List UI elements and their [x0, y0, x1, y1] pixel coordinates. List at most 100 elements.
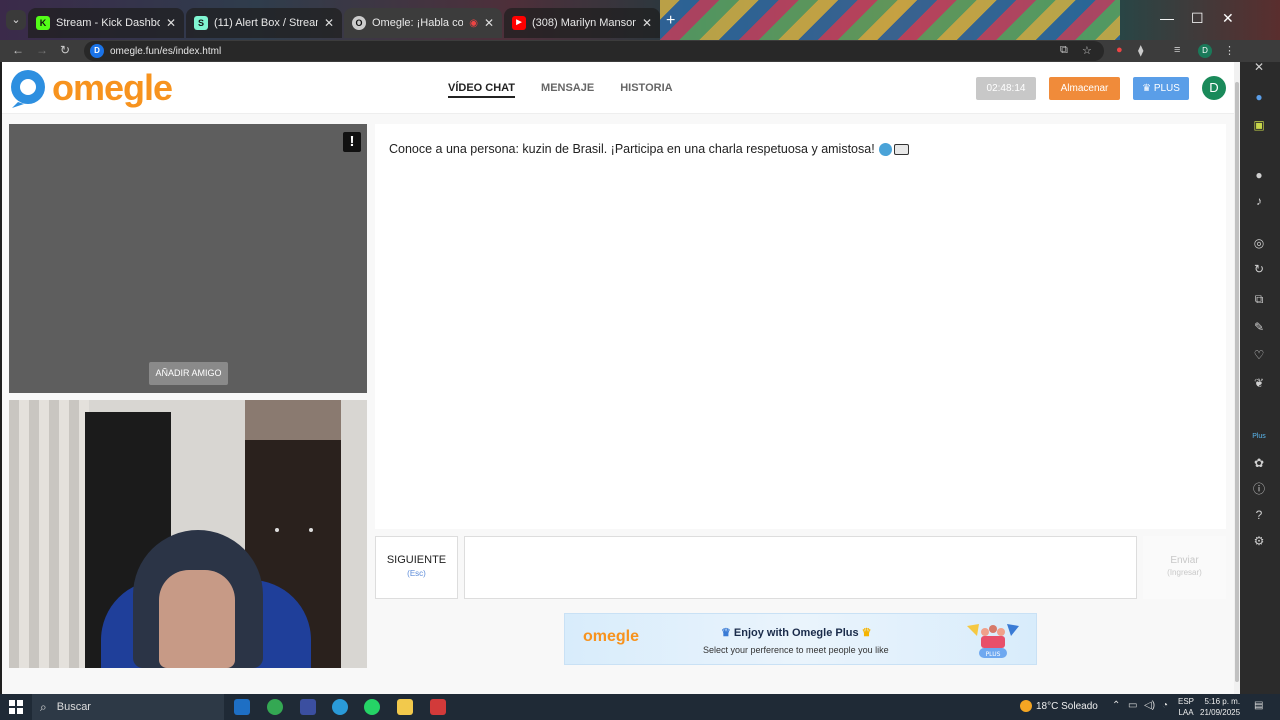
- tab-kick-dashboard[interactable]: K Stream - Kick Dashboard ✕: [28, 8, 184, 38]
- wardrobe-knob: [309, 528, 313, 532]
- banner-subtitle: Select your perference to meet people yo…: [703, 645, 889, 655]
- address-bar[interactable]: D omegle.fun/es/index.html: [84, 41, 1104, 61]
- weather-widget[interactable]: 18°C Soleado: [1020, 700, 1098, 712]
- new-tab-icon[interactable]: +: [666, 12, 675, 30]
- profile-icon[interactable]: ●: [1250, 88, 1268, 106]
- forward-icon[interactable]: →: [36, 43, 48, 57]
- outlook-icon[interactable]: [234, 699, 250, 715]
- media-control-icon[interactable]: ≡: [1174, 44, 1180, 56]
- tab-youtube[interactable]: ▶ (308) Marilyn Manson - Raise T ✕: [504, 8, 660, 38]
- bookmark-star-icon[interactable]: ☆: [1082, 44, 1092, 57]
- tab-title: Omegle: ¡Habla con Descon: [372, 17, 464, 29]
- close-sidebar-icon[interactable]: ✕: [1250, 58, 1268, 76]
- copy-icon[interactable]: ⧉: [1250, 290, 1268, 308]
- pen-icon[interactable]: ✎: [1250, 318, 1268, 336]
- language-indicator[interactable]: ESP LAA: [1178, 696, 1194, 718]
- message-input[interactable]: [464, 536, 1137, 599]
- lang-bottom: LAA: [1178, 708, 1194, 717]
- add-friend-button[interactable]: AÑADIR AMIGO: [149, 362, 228, 385]
- extensions-icon[interactable]: ⧫: [1138, 44, 1143, 57]
- help-icon[interactable]: ?: [1250, 506, 1268, 524]
- user-avatar[interactable]: D: [1202, 76, 1226, 100]
- nav-mensaje[interactable]: MENSAJE: [541, 82, 594, 98]
- file-explorer-icon[interactable]: [397, 699, 413, 715]
- tab-title: (308) Marilyn Manson - Raise T: [532, 17, 636, 29]
- close-window-icon[interactable]: ✕: [1222, 10, 1234, 27]
- tab-search-icon[interactable]: ⌄: [6, 10, 26, 30]
- heart-icon[interactable]: ♡: [1250, 346, 1268, 364]
- leaf-icon[interactable]: ❦: [1250, 374, 1268, 392]
- site-header: omegle VÍDEO CHAT MENSAJE HISTORIA 02:48…: [2, 62, 1234, 114]
- edge-icon[interactable]: [332, 699, 348, 715]
- next-button[interactable]: SIGUIENTE (Esc): [375, 536, 458, 599]
- omegle-plus-banner[interactable]: omegle ♛ Enjoy with Omegle Plus ♛ Select…: [564, 613, 1037, 665]
- reload-icon[interactable]: ↻: [60, 43, 70, 57]
- windows-start-icon[interactable]: [9, 700, 23, 714]
- chat-bubble-icon[interactable]: ●: [1250, 166, 1268, 184]
- notifications-icon[interactable]: ▤: [1254, 700, 1263, 711]
- tab-streamlabs[interactable]: S (11) Alert Box / Streamlabs ✕: [186, 8, 342, 38]
- session-timer: 02:48:14: [976, 77, 1036, 100]
- chrome-icon[interactable]: [267, 699, 283, 715]
- youtube-icon: ▶: [512, 16, 526, 30]
- store-button[interactable]: Almacenar: [1049, 77, 1120, 100]
- search-icon: ⌕: [40, 699, 47, 714]
- system-clock[interactable]: 5:16 p. m. 21/09/2025: [1200, 696, 1240, 718]
- search-label: Buscar: [56, 701, 91, 713]
- streaming-app-icon[interactable]: [430, 699, 446, 715]
- plus-button[interactable]: ♛ PLUS: [1133, 77, 1189, 100]
- omegle-page: omegle VÍDEO CHAT MENSAJE HISTORIA 02:48…: [2, 62, 1234, 694]
- refresh-icon[interactable]: ↻: [1250, 260, 1268, 278]
- minimize-icon[interactable]: —: [1160, 10, 1174, 26]
- stranger-video: ! AÑADIR AMIGO: [9, 124, 367, 393]
- nav-video-chat[interactable]: VÍDEO CHAT: [448, 82, 516, 98]
- menu-dots-icon[interactable]: ⋮: [1224, 44, 1235, 57]
- system-message-text: Conoce a una persona: kuzin de Brasil. ¡…: [389, 142, 875, 156]
- battery-icon[interactable]: ▭: [1128, 700, 1137, 711]
- bell-icon[interactable]: ♪: [1250, 192, 1268, 210]
- lang-top: ESP: [1178, 697, 1195, 706]
- browser-tab-strip: ⌄ K Stream - Kick Dashboard ✕ S (11) Ale…: [0, 0, 1280, 40]
- extension-record-icon[interactable]: ●: [1116, 44, 1123, 56]
- browser-toolbar: ← → ↻ D omegle.fun/es/index.html ⧉ ☆ ● ⧫…: [0, 40, 1280, 62]
- logo-text: omegle: [52, 67, 173, 108]
- webcam-curtain: [9, 400, 89, 668]
- banner-title-text: Enjoy with Omegle Plus: [733, 627, 859, 639]
- plus-app-icon[interactable]: Plus: [1250, 428, 1268, 446]
- camera-icon[interactable]: ◎: [1250, 234, 1268, 252]
- taskbar-search[interactable]: ⌕ Buscar: [32, 694, 224, 720]
- site-info-icon[interactable]: D: [90, 44, 104, 58]
- network-icon[interactable]: ◔: [1162, 700, 1168, 711]
- nav-historia[interactable]: HISTORIA: [620, 82, 672, 98]
- whatsapp-icon[interactable]: [364, 699, 380, 715]
- report-button[interactable]: !: [343, 132, 361, 152]
- wardrobe-knob: [275, 528, 279, 532]
- volume-icon[interactable]: ◁): [1144, 700, 1155, 711]
- store-icon[interactable]: [300, 699, 316, 715]
- browser-theme-decoration: [660, 0, 1120, 40]
- send-button[interactable]: Enviar (Ingresar): [1143, 536, 1226, 599]
- chat-log: Conoce a una persona: kuzin de Brasil. ¡…: [375, 124, 1226, 529]
- games-icon[interactable]: ✿: [1250, 454, 1268, 472]
- tab-omegle[interactable]: O Omegle: ¡Habla con Descon ◉ ✕: [344, 8, 502, 38]
- kick-icon: K: [36, 16, 50, 30]
- tab-title: Stream - Kick Dashboard: [56, 17, 160, 29]
- system-message: Conoce a una persona: kuzin de Brasil. ¡…: [389, 142, 909, 157]
- close-tab-icon[interactable]: ✕: [642, 16, 652, 30]
- omegle-logo[interactable]: omegle: [8, 67, 173, 108]
- webcam-shelf: [245, 400, 341, 440]
- tray-chevron-icon[interactable]: ⌃: [1112, 700, 1120, 711]
- maximize-icon[interactable]: ☐: [1191, 10, 1204, 27]
- back-icon[interactable]: ←: [12, 43, 24, 57]
- banner-logo: omegle: [583, 628, 640, 645]
- gear-icon[interactable]: ⚙: [1250, 532, 1268, 550]
- tab-title: (11) Alert Box / Streamlabs: [214, 17, 318, 29]
- scrollbar-thumb[interactable]: [1235, 82, 1239, 682]
- info-icon[interactable]: ⓘ: [1250, 480, 1268, 498]
- close-tab-icon[interactable]: ✕: [324, 16, 334, 30]
- install-app-icon[interactable]: ⧉: [1060, 44, 1068, 57]
- close-tab-icon[interactable]: ✕: [166, 16, 176, 30]
- profile-avatar-icon[interactable]: D: [1198, 44, 1212, 58]
- close-tab-icon[interactable]: ✕: [484, 16, 494, 30]
- twitch-icon[interactable]: ▣: [1250, 116, 1268, 134]
